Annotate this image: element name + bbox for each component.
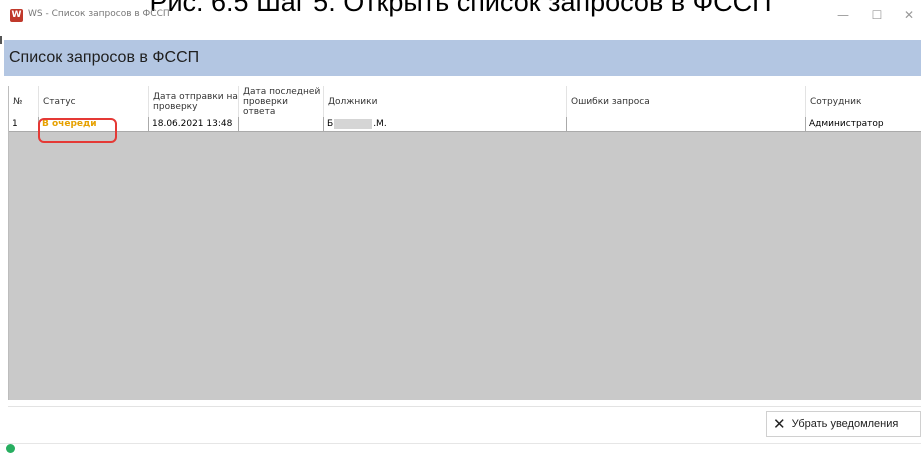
footer-divider: [8, 406, 921, 407]
debtor-name-start: Б: [327, 119, 334, 129]
close-button[interactable]: ✕: [897, 5, 921, 25]
close-icon: ✕: [773, 415, 786, 433]
title-bar: W WS - Список запросов в ФССП — ☐ ✕: [4, 0, 921, 31]
status-highlight-box: [38, 118, 117, 143]
column-header-sent-date[interactable]: Дата отправки на проверку: [149, 86, 239, 117]
window-title: WS - Список запросов в ФССП: [28, 9, 170, 19]
redacted-block: [334, 118, 373, 129]
cell-employee: Администратор: [809, 119, 884, 129]
column-header-status[interactable]: Статус: [39, 86, 149, 117]
column-header-debtors[interactable]: Должники: [324, 86, 567, 117]
column-header-errors[interactable]: Ошибки запроса: [567, 86, 806, 117]
page-header: Список запросов в ФССП: [4, 40, 921, 76]
left-edge-marker: [0, 36, 2, 44]
app-logo-icon: W: [10, 9, 23, 22]
requests-table: № Статус Дата отправки на проверку Дата …: [8, 86, 921, 400]
debtor-name-end: .М.: [373, 119, 387, 129]
table-row[interactable]: 1 В очереди 18.06.2021 13:48 Б .М. Админи…: [9, 117, 921, 132]
column-header-num[interactable]: №: [9, 86, 39, 117]
cell-last-check: [239, 117, 324, 131]
status-bar-divider: [0, 443, 921, 444]
cell-sent-date: 18.06.2021 13:48: [149, 117, 239, 131]
table-header: № Статус Дата отправки на проверку Дата …: [9, 86, 921, 118]
app-window: W WS - Список запросов в ФССП — ☐ ✕ Спис…: [4, 0, 921, 449]
column-header-last-check[interactable]: Дата последней проверки ответа: [239, 86, 324, 117]
dismiss-notifications-button[interactable]: ✕ Убрать уведомления: [766, 411, 921, 437]
cell-debtors: Б .М.: [324, 117, 567, 131]
page-title: Список запросов в ФССП: [9, 49, 200, 66]
maximize-button[interactable]: ☐: [865, 5, 889, 25]
column-header-employee[interactable]: Сотрудник: [806, 86, 921, 117]
dismiss-notifications-label: Убрать уведомления: [791, 418, 899, 430]
cell-num: 1: [9, 117, 39, 131]
minimize-button[interactable]: —: [831, 5, 855, 25]
cell-errors: [567, 117, 806, 131]
